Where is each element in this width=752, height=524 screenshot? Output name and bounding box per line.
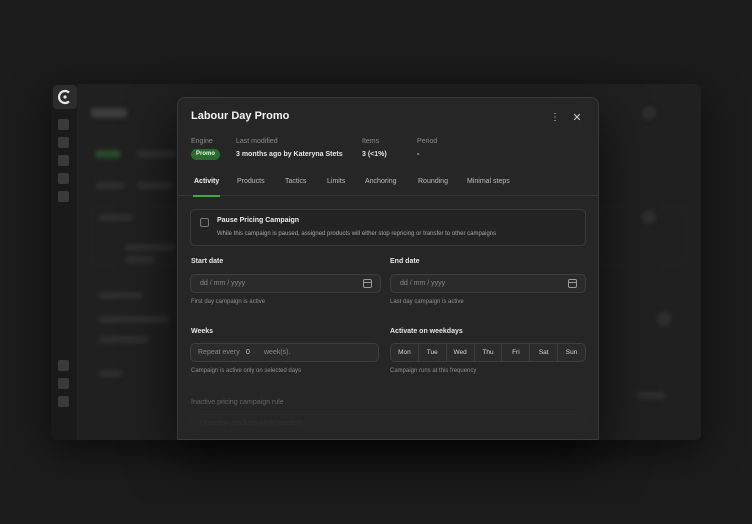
weekday-mon[interactable]: Mon: [391, 344, 419, 361]
weeks-label: Weeks: [191, 328, 214, 335]
end-date-helper: Last day campaign is active: [390, 299, 464, 305]
rail-nav-icon[interactable]: [58, 360, 69, 371]
background-text: [99, 316, 169, 323]
end-date-input[interactable]: dd / mm / yyyy: [390, 274, 586, 293]
weekday-thu[interactable]: Thu: [475, 344, 503, 361]
start-date-helper: First day campaign is active: [191, 299, 266, 305]
start-date-input[interactable]: dd / mm / yyyy: [190, 274, 381, 293]
items-label: Items: [362, 138, 380, 145]
background-text: [99, 336, 149, 343]
pause-campaign-description: While this campaign is paused, assigned …: [217, 231, 497, 237]
period-value: -: [417, 151, 420, 158]
inactive-rule-placeholder: Unassign products while inactive: [200, 420, 302, 427]
weekday-wed[interactable]: Wed: [447, 344, 475, 361]
tab-limits[interactable]: Limits: [327, 178, 345, 185]
background-text: [125, 256, 155, 263]
inactive-rule-select[interactable]: Unassign products while inactive ⌄: [190, 414, 586, 433]
engine-badge: Promo: [191, 149, 221, 160]
tab-tactics[interactable]: Tactics: [285, 178, 306, 185]
engine-label: Engine: [191, 138, 213, 145]
end-date-placeholder: dd / mm / yyyy: [400, 280, 446, 287]
app-sidebar-rail: [51, 84, 77, 440]
weekday-fri[interactable]: Fri: [502, 344, 531, 361]
calendar-icon[interactable]: [568, 279, 577, 288]
pause-campaign-checkbox[interactable]: [200, 218, 209, 227]
chevron-down-icon: ⌄: [571, 420, 577, 427]
background-chip: [137, 150, 177, 158]
weeks-suffix: week(s).: [264, 349, 291, 356]
last-modified-label: Last modified: [236, 138, 278, 145]
tab-products[interactable]: Products: [237, 178, 265, 185]
background-icon: [642, 210, 656, 224]
items-value: 3 (<1%): [362, 151, 387, 158]
app-logo-icon[interactable]: [53, 85, 77, 109]
calendar-icon[interactable]: [363, 279, 372, 288]
background-heading: [99, 214, 133, 221]
tab-activity[interactable]: Activity: [194, 178, 219, 185]
campaign-modal: Labour Day Promo ⋮ ✕ Engine Promo Last m…: [177, 97, 599, 440]
last-modified-value: 3 months ago by Kateryna Stets: [236, 151, 343, 158]
rail-nav-icon[interactable]: [58, 155, 69, 166]
weekdays-label: Activate on weekdays: [390, 328, 463, 335]
weekday-sat[interactable]: Sat: [530, 344, 559, 361]
weeks-helper: Campaign is active only on selected days: [191, 368, 302, 374]
active-tab-indicator: [193, 195, 220, 197]
background-text: [125, 244, 175, 251]
background-tab: [137, 182, 173, 189]
weeks-prefix: Repeat every: [198, 349, 240, 356]
rail-nav-icon[interactable]: [58, 137, 69, 148]
weeks-value[interactable]: 0: [246, 349, 250, 356]
weekday-sun[interactable]: Sun: [558, 344, 585, 361]
background-page-title: [91, 108, 127, 118]
weeks-repeat-input[interactable]: Repeat every 0 week(s).: [190, 343, 379, 362]
rail-nav-icon[interactable]: [58, 191, 69, 202]
weekday-selector: Mon Tue Wed Thu Fri Sat Sun: [390, 343, 586, 362]
start-date-placeholder: dd / mm / yyyy: [200, 280, 246, 287]
background-status-chip: [95, 150, 121, 158]
background-icon: [642, 106, 656, 120]
modal-tabs: Activity Products Tactics Limits Anchori…: [178, 174, 598, 196]
pause-campaign-title: Pause Pricing Campaign: [217, 217, 300, 224]
background-tab: [95, 182, 125, 189]
start-date-label: Start date: [191, 258, 224, 265]
close-icon[interactable]: ✕: [569, 109, 585, 125]
background-heading: [99, 292, 143, 299]
weekday-tue[interactable]: Tue: [419, 344, 447, 361]
inactive-rule-label: Inactive pricing campaign rule: [191, 399, 284, 406]
end-date-label: End date: [390, 258, 420, 265]
background-icon: [657, 312, 671, 326]
tab-anchoring[interactable]: Anchoring: [365, 178, 397, 185]
more-vertical-icon[interactable]: ⋮: [547, 109, 563, 125]
modal-title: Labour Day Promo: [191, 110, 290, 122]
rail-nav-icon[interactable]: [58, 378, 69, 389]
background-text: [99, 370, 123, 377]
pause-campaign-card: Pause Pricing Campaign While this campai…: [190, 209, 586, 246]
weekdays-helper: Campaign runs at this frequency: [390, 368, 477, 374]
rail-nav-icon[interactable]: [58, 119, 69, 130]
tab-minimal-steps[interactable]: Minimal steps: [467, 178, 510, 185]
period-label: Period: [417, 138, 438, 145]
rail-nav-icon[interactable]: [58, 396, 69, 407]
background-text: [637, 392, 665, 399]
rail-nav-icon[interactable]: [58, 173, 69, 184]
tab-rounding[interactable]: Rounding: [418, 178, 448, 185]
